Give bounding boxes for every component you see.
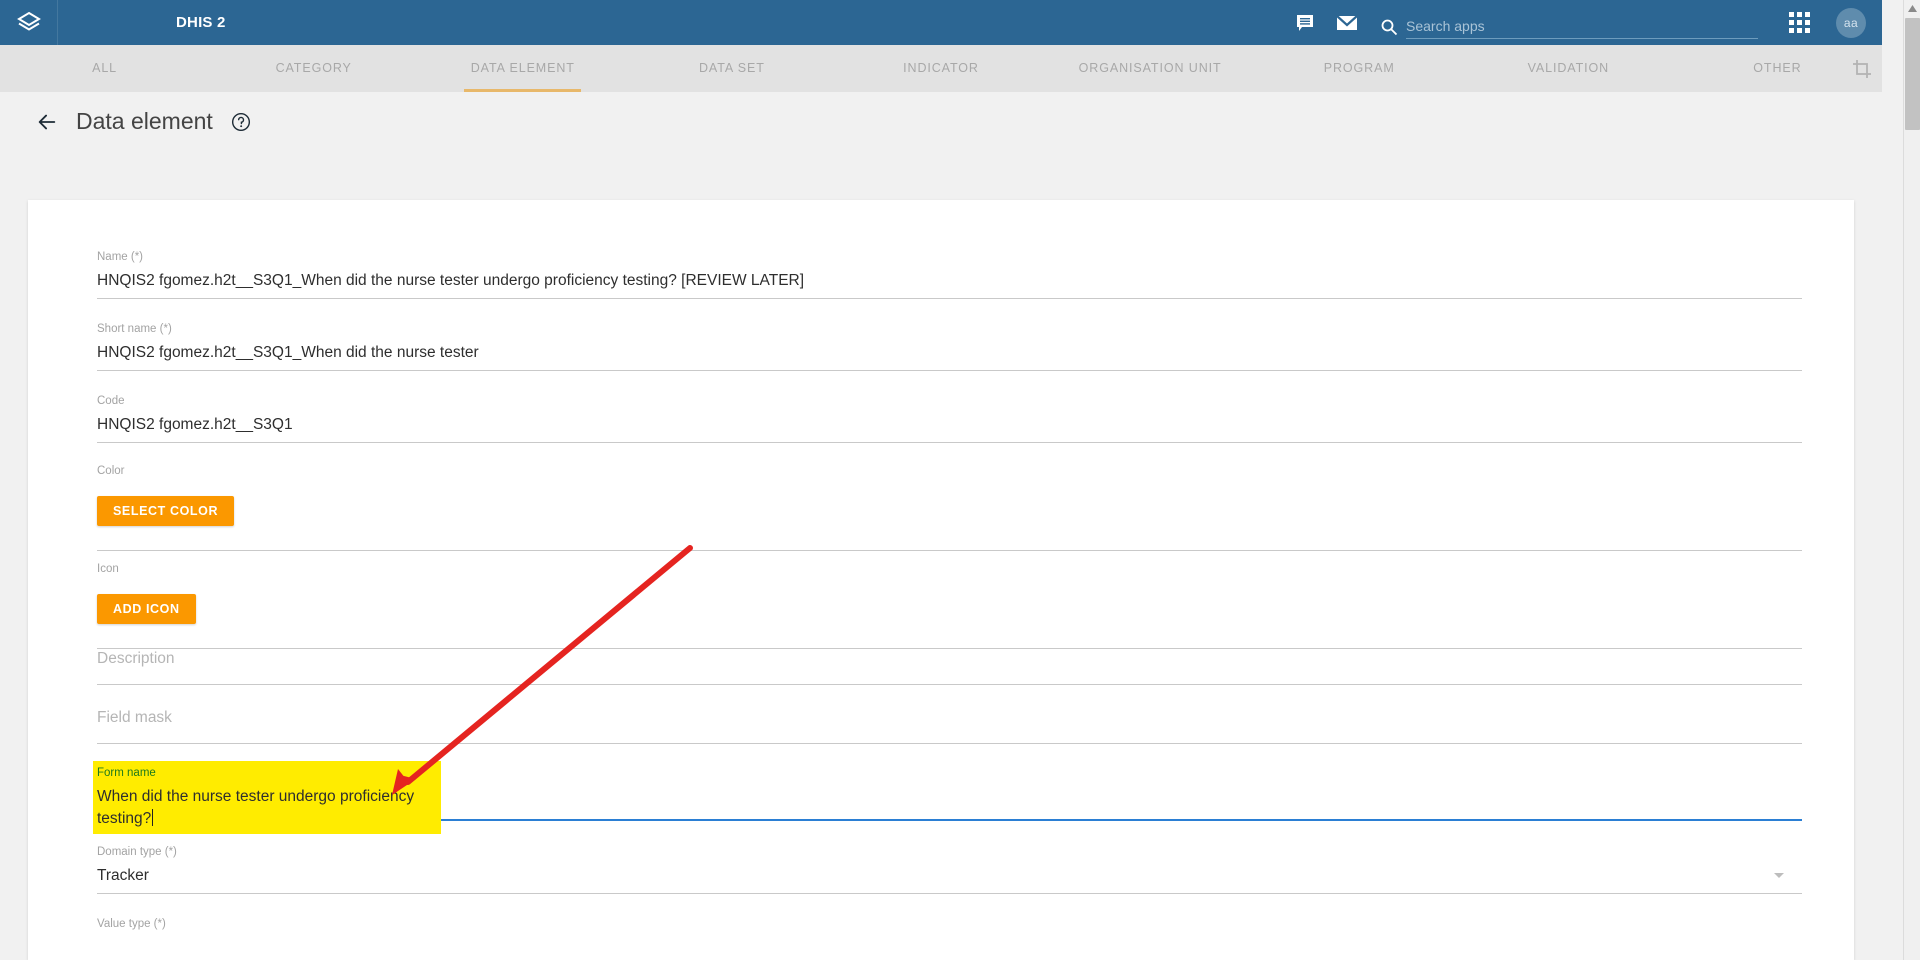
dhis2-layers-logo-icon bbox=[16, 11, 41, 31]
chevron-down-icon[interactable] bbox=[1774, 873, 1784, 878]
field-domain-type-value[interactable]: Tracker bbox=[97, 865, 1802, 893]
field-code-underline bbox=[97, 442, 1802, 443]
field-short-name-input[interactable]: HNQIS2 fgomez.h2t__S3Q1_When did the nur… bbox=[97, 342, 1802, 370]
field-color-label: Color bbox=[97, 465, 125, 477]
search-input-underline: Search apps bbox=[1406, 17, 1758, 39]
field-field-mask-input[interactable]: Field mask bbox=[97, 707, 1802, 743]
field-description-underline bbox=[97, 684, 1802, 685]
field-short-name: Short name (*) HNQIS2 fgomez.h2t__S3Q1_W… bbox=[97, 322, 1802, 371]
tab-validation[interactable]: VALIDATION bbox=[1464, 45, 1673, 92]
field-form-name: Form name When did the nurse tester unde… bbox=[93, 761, 1802, 834]
field-short-name-label: Short name (*) bbox=[97, 323, 172, 335]
scroll-up-arrow-icon[interactable] bbox=[1904, 0, 1920, 17]
tab-data-set[interactable]: DATA SET bbox=[627, 45, 836, 92]
data-element-form-card: Name (*) HNQIS2 fgomez.h2t__S3Q1_When di… bbox=[28, 200, 1854, 960]
field-name-input[interactable]: HNQIS2 fgomez.h2t__S3Q1_When did the nur… bbox=[97, 270, 1802, 298]
top-header-bar: DHIS 2 Search apps aa bbox=[0, 0, 1882, 45]
search-input[interactable]: Search apps bbox=[1406, 17, 1758, 35]
crop-icon[interactable] bbox=[1842, 45, 1882, 92]
dhis2-app-window: DHIS 2 Search apps aa ALL CATEGORY DATA … bbox=[0, 0, 1920, 960]
form-name-highlight: Form name When did the nurse tester unde… bbox=[93, 761, 441, 834]
app-search[interactable]: Search apps bbox=[1374, 0, 1758, 45]
apps-grid-icon[interactable] bbox=[1776, 0, 1822, 45]
field-value-type: Value type (*) bbox=[97, 917, 1802, 937]
field-field-mask-underline bbox=[97, 743, 1802, 744]
dhis2-logo[interactable] bbox=[0, 0, 58, 45]
field-domain-type[interactable]: Domain type (*) Tracker bbox=[97, 845, 1802, 894]
field-short-name-underline bbox=[97, 370, 1802, 371]
field-code-label: Code bbox=[97, 395, 125, 407]
field-name-label: Name (*) bbox=[97, 251, 144, 263]
message-icon[interactable] bbox=[1284, 0, 1326, 45]
page-header: Data element bbox=[36, 108, 251, 135]
field-color-underline bbox=[97, 550, 1802, 551]
field-description-input[interactable]: Description bbox=[97, 648, 1802, 684]
header-actions: Search apps aa bbox=[1284, 0, 1882, 45]
field-icon-label: Icon bbox=[97, 563, 119, 575]
field-field-mask: Field mask bbox=[97, 707, 1802, 744]
tab-program[interactable]: PROGRAM bbox=[1255, 45, 1464, 92]
tab-category[interactable]: CATEGORY bbox=[209, 45, 418, 92]
text-cursor bbox=[152, 809, 154, 826]
search-icon bbox=[1374, 18, 1404, 39]
section-tabs: ALL CATEGORY DATA ELEMENT DATA SET INDIC… bbox=[0, 45, 1882, 92]
avatar[interactable]: aa bbox=[1836, 7, 1866, 38]
mail-icon[interactable] bbox=[1326, 0, 1368, 45]
select-color-button[interactable]: SELECT COLOR bbox=[97, 496, 235, 526]
field-description: Description bbox=[97, 648, 1802, 685]
field-domain-type-underline bbox=[97, 893, 1802, 894]
apps-grid-dots bbox=[1788, 12, 1810, 33]
tab-all[interactable]: ALL bbox=[0, 45, 209, 92]
field-icon: Icon ADD ICON bbox=[97, 562, 1802, 649]
scrollbar-thumb[interactable] bbox=[1905, 18, 1920, 130]
page-title: Data element bbox=[76, 108, 213, 134]
tab-organisation-unit[interactable]: ORGANISATION UNIT bbox=[1046, 45, 1255, 92]
field-form-name-label: Form name bbox=[97, 767, 156, 779]
add-icon-button[interactable]: ADD ICON bbox=[97, 594, 196, 624]
page-scrollbar[interactable] bbox=[1903, 0, 1920, 960]
tab-data-element[interactable]: DATA ELEMENT bbox=[418, 45, 627, 92]
field-name: Name (*) HNQIS2 fgomez.h2t__S3Q1_When di… bbox=[97, 250, 1802, 299]
field-code: Code HNQIS2 fgomez.h2t__S3Q1 bbox=[97, 394, 1802, 443]
field-value-type-label: Value type (*) bbox=[97, 918, 166, 930]
app-title: DHIS 2 bbox=[176, 14, 226, 31]
back-arrow-icon[interactable] bbox=[36, 111, 58, 133]
field-form-name-input[interactable]: When did the nurse tester undergo profic… bbox=[97, 786, 437, 832]
tab-indicator[interactable]: INDICATOR bbox=[836, 45, 1045, 92]
field-code-input[interactable]: HNQIS2 fgomez.h2t__S3Q1 bbox=[97, 414, 1802, 442]
field-name-underline bbox=[97, 298, 1802, 299]
help-circle-icon[interactable] bbox=[231, 112, 251, 132]
field-domain-type-label: Domain type (*) bbox=[97, 846, 177, 858]
field-color: Color SELECT COLOR bbox=[97, 464, 1802, 551]
